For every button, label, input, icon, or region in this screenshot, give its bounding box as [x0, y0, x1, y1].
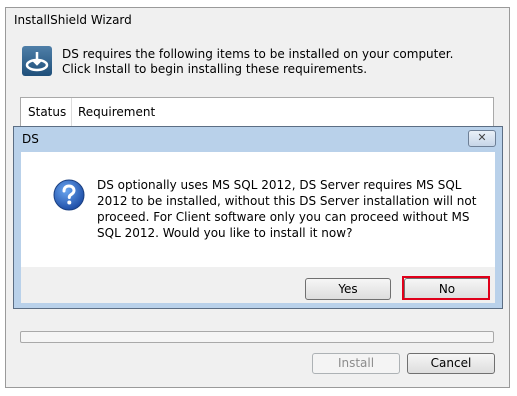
ds-message-dialog: DS ✕ DS optionally uses MS SQL 2012, DS … — [13, 126, 503, 309]
dialog-body: DS optionally uses MS SQL 2012, DS Serve… — [21, 152, 495, 267]
wizard-description: DS requires the following items to be in… — [62, 47, 454, 76]
no-button-highlight — [402, 276, 490, 300]
column-divider — [71, 98, 72, 128]
dialog-footer: Yes No — [21, 267, 495, 303]
column-header-requirement: Requirement — [78, 105, 156, 119]
dialog-message: DS optionally uses MS SQL 2012, DS Serve… — [97, 178, 477, 240]
yes-button[interactable]: Yes — [305, 278, 391, 300]
progress-bar — [20, 331, 494, 343]
wizard-title: InstallShield Wizard — [14, 13, 132, 27]
close-icon[interactable]: ✕ — [468, 130, 496, 147]
cancel-button[interactable]: Cancel — [407, 353, 495, 374]
question-icon — [53, 179, 85, 211]
requirements-table: Status Requirement — [20, 97, 494, 128]
installer-icon — [22, 46, 52, 76]
column-header-status: Status — [28, 105, 67, 119]
install-button[interactable]: Install — [312, 353, 400, 374]
dialog-title: DS — [22, 132, 39, 146]
